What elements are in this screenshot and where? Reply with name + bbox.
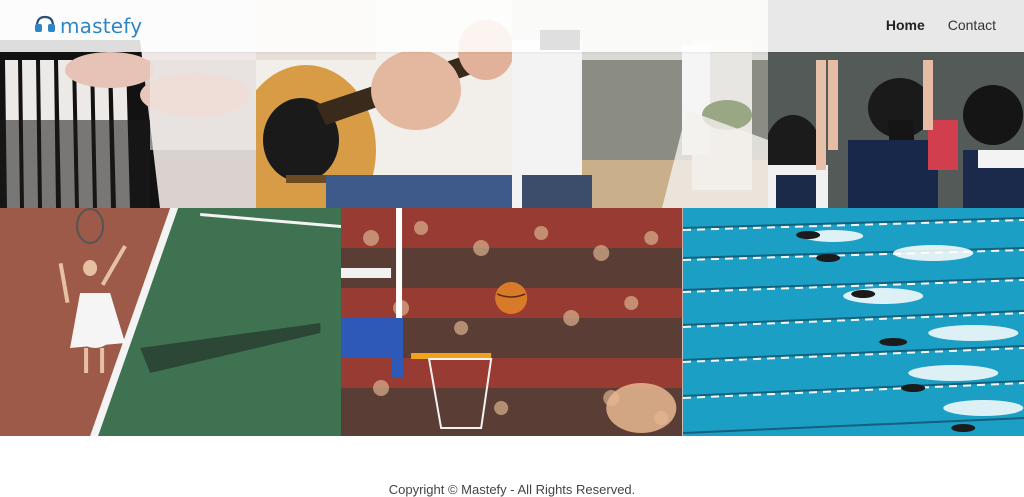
basketball-photo [341, 208, 683, 436]
swimming-photo [682, 208, 1024, 436]
brand-name: mastefy [60, 14, 143, 38]
main-nav: Home Contact [886, 17, 996, 33]
nav-contact-link[interactable]: Contact [948, 17, 996, 33]
brand-logo[interactable]: mastefy [34, 14, 142, 38]
nav-home-link[interactable]: Home [886, 17, 925, 33]
top-navbar: mastefy Home Contact [0, 0, 1024, 52]
tennis-photo [0, 208, 342, 436]
page-footer: Copyright © Mastefy - All Rights Reserve… [0, 436, 1024, 497]
gallery-row-2 [0, 208, 1024, 436]
headphones-logo-icon [34, 15, 56, 38]
